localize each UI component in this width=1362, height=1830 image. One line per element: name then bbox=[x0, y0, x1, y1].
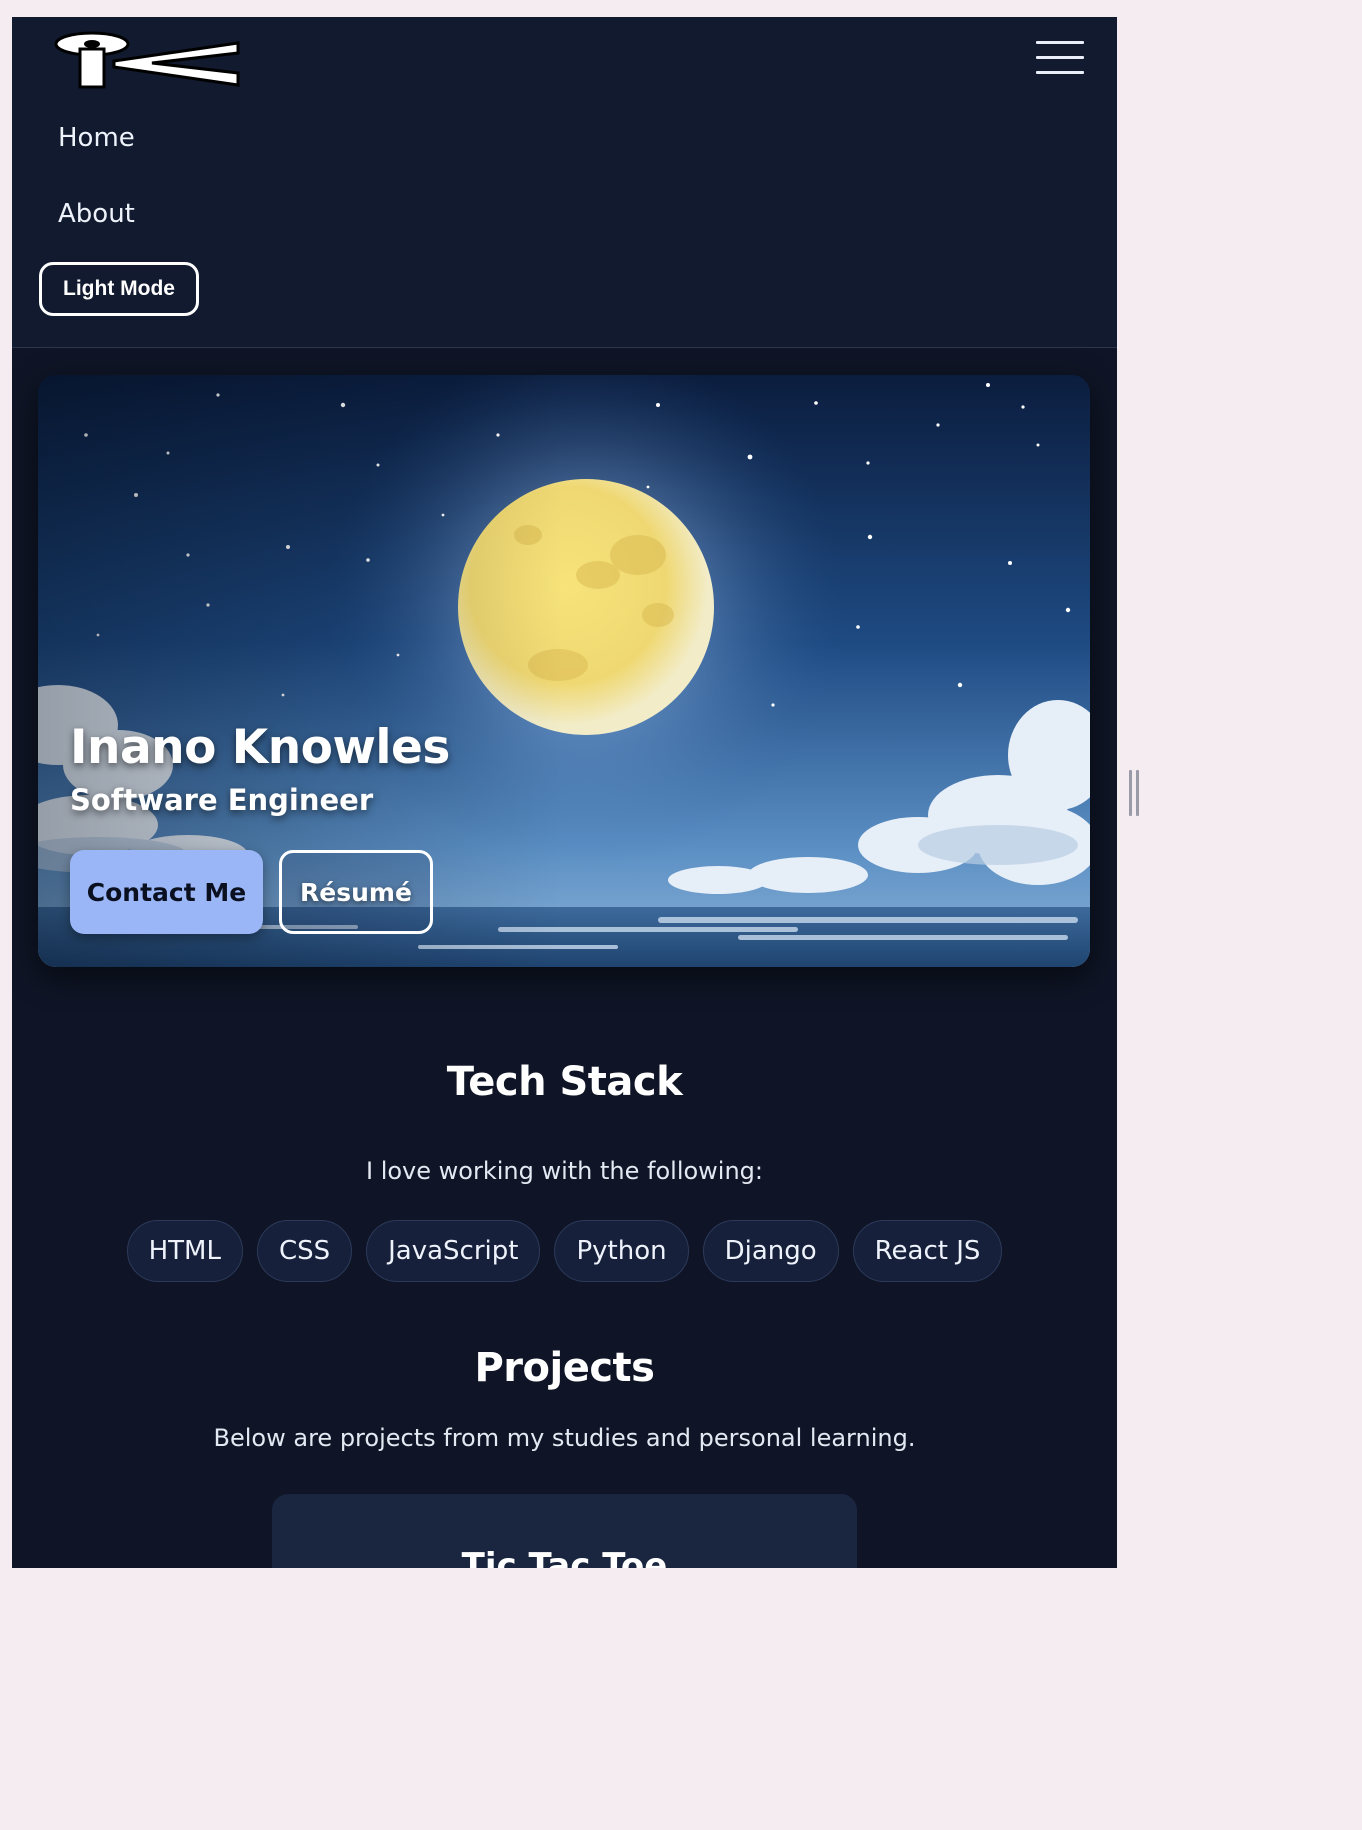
tech-chip-html: HTML bbox=[126, 1220, 243, 1282]
project-card-title: Tic Tac Toe bbox=[461, 1546, 668, 1568]
projects-heading: Projects bbox=[474, 1345, 655, 1391]
tech-chip-python: Python bbox=[554, 1220, 689, 1282]
tech-chip-css: CSS bbox=[256, 1220, 353, 1282]
contact-me-button[interactable]: Contact Me bbox=[70, 850, 263, 934]
projects-subheading: Below are projects from my studies and p… bbox=[213, 1424, 916, 1452]
resume-button[interactable]: Résumé bbox=[279, 850, 433, 934]
tech-chip-react-js: React JS bbox=[852, 1220, 1003, 1282]
nav-link-about[interactable]: About bbox=[58, 199, 135, 229]
tech-chip-javascript: JavaScript bbox=[366, 1220, 541, 1282]
light-mode-toggle-button[interactable]: Light Mode bbox=[39, 262, 199, 316]
project-card[interactable]: Tic Tac Toe bbox=[272, 1494, 857, 1568]
site-logo[interactable] bbox=[52, 31, 242, 89]
hero-job-title: Software Engineer bbox=[70, 783, 374, 817]
tech-stack-heading: Tech Stack bbox=[446, 1059, 683, 1105]
hamburger-menu-icon[interactable] bbox=[1036, 41, 1084, 75]
page-viewport: Home About Light Mode Inano Knowles Soft… bbox=[12, 17, 1117, 1568]
tech-chip-django: Django bbox=[702, 1220, 839, 1282]
site-header: Home About Light Mode bbox=[12, 17, 1117, 348]
hero-banner: Inano Knowles Software Engineer Contact … bbox=[38, 375, 1090, 967]
tech-stack-subheading: I love working with the following: bbox=[365, 1157, 764, 1185]
hero-name: Inano Knowles bbox=[70, 720, 450, 775]
tech-stack-list: HTML CSS JavaScript Python Django React … bbox=[12, 1220, 1117, 1284]
nav-link-home[interactable]: Home bbox=[58, 123, 135, 153]
window-resize-grip[interactable] bbox=[1129, 770, 1141, 816]
